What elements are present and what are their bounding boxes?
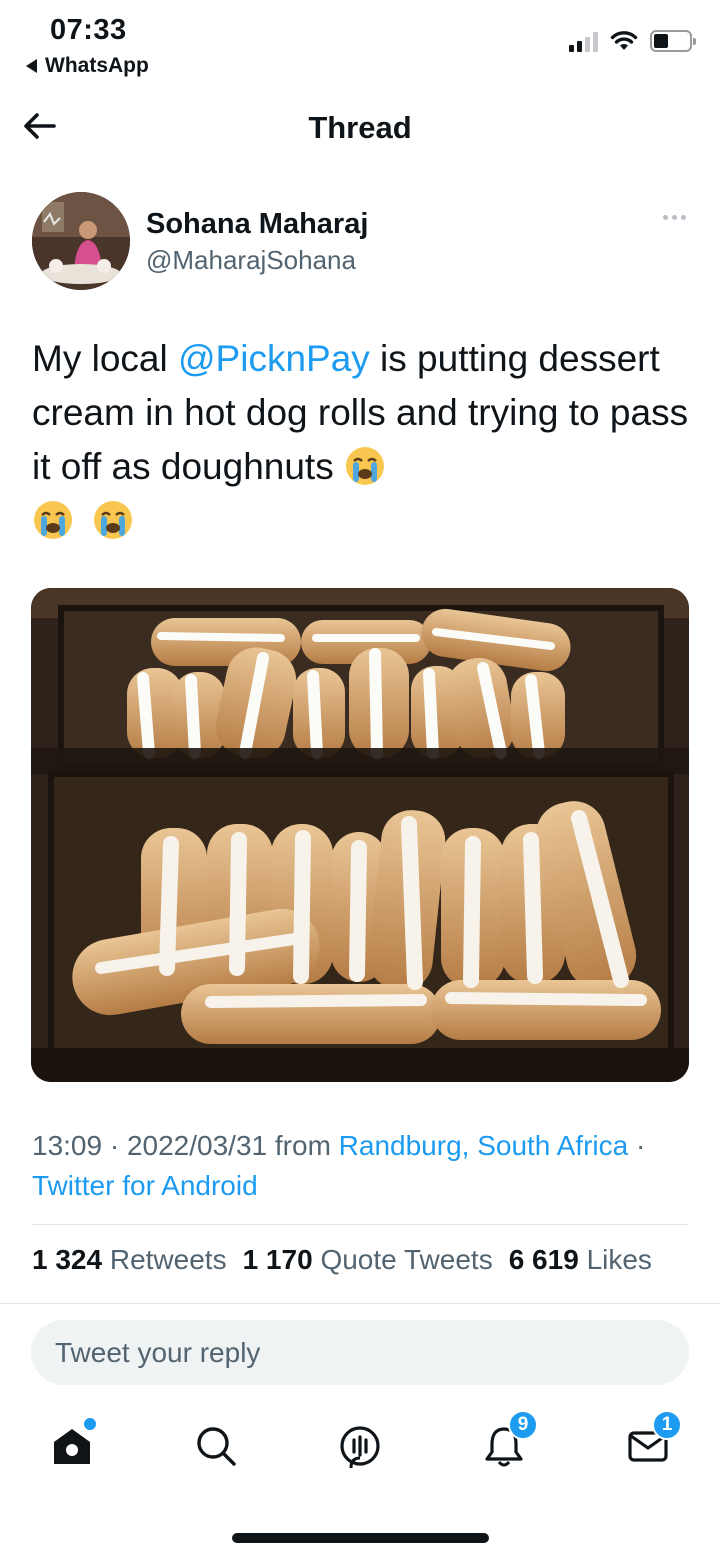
home-icon [54,1429,90,1464]
page-title: Thread [308,110,412,145]
tweet-time: 13:09 [32,1130,103,1161]
home-indicator [232,1533,489,1543]
tweet-photo[interactable] [31,588,689,1082]
back-triangle-icon [26,59,37,73]
avatar[interactable] [32,192,130,290]
likes-stat[interactable]: 6 619 Likes [509,1244,652,1276]
tab-messages[interactable]: 1 [618,1410,682,1476]
tweet-text: My local @PicknPay is putting dessert cr… [32,332,692,548]
status-bar: 07:33 WhatsApp [0,0,720,88]
tweet-meta: 13:09 · 2022/03/31 from Randburg, South … [32,1126,692,1206]
quote-tweets-label: Quote Tweets [320,1244,493,1275]
retweets-stat[interactable]: 1 324 Retweets [32,1244,227,1276]
back-app-label: WhatsApp [45,54,149,77]
retweets-count: 1 324 [32,1244,103,1275]
battery-icon [650,30,696,52]
thread-header: Thread [0,92,720,162]
author-name[interactable]: Sohana Maharaj [146,208,368,241]
notifications-badge: 9 [508,1410,538,1440]
location-link[interactable]: Randburg, South Africa [339,1130,629,1161]
tweet-stats: 1 324 Retweets 1 170 Quote Tweets 6 619 … [32,1244,652,1276]
signal-icon [569,30,598,52]
tweet-date: 2022/03/31 [126,1130,268,1161]
from-label: from [274,1130,331,1161]
divider [32,1224,688,1225]
more-options-icon[interactable] [663,215,686,220]
tab-search[interactable] [186,1416,246,1476]
wifi-icon [610,31,638,50]
spaces-icon [340,1426,380,1468]
likes-count: 6 619 [508,1244,579,1275]
tab-home[interactable] [42,1416,102,1476]
bottom-tab-bar: 9 1 [0,1408,720,1488]
quote-tweets-stat[interactable]: 1 170 Quote Tweets [243,1244,493,1276]
source-link[interactable]: Twitter for Android [32,1170,258,1201]
home-new-dot [84,1418,96,1430]
reply-input[interactable] [31,1320,689,1385]
tab-spaces[interactable] [330,1416,390,1476]
system-icons [569,30,696,52]
tab-notifications[interactable]: 9 [474,1410,538,1476]
loudly-crying-face-icon [94,501,133,539]
back-to-app-button[interactable]: WhatsApp [26,54,149,78]
search-icon [197,1427,236,1466]
separator: · [102,1130,127,1161]
quote-tweets-count: 1 170 [242,1244,313,1275]
author-handle[interactable]: @MaharajSohana [146,245,356,276]
status-time: 07:33 [50,14,127,46]
loudly-crying-face-icon [346,447,384,485]
loudly-crying-face-icon [34,501,72,539]
separator: · [628,1130,646,1161]
messages-badge: 1 [652,1410,682,1440]
likes-label: Likes [586,1244,652,1275]
retweets-label: Retweets [109,1244,227,1275]
mention-link[interactable]: @PicknPay [178,338,370,379]
divider [0,1303,720,1304]
tweet-text-part: My local [32,338,178,379]
